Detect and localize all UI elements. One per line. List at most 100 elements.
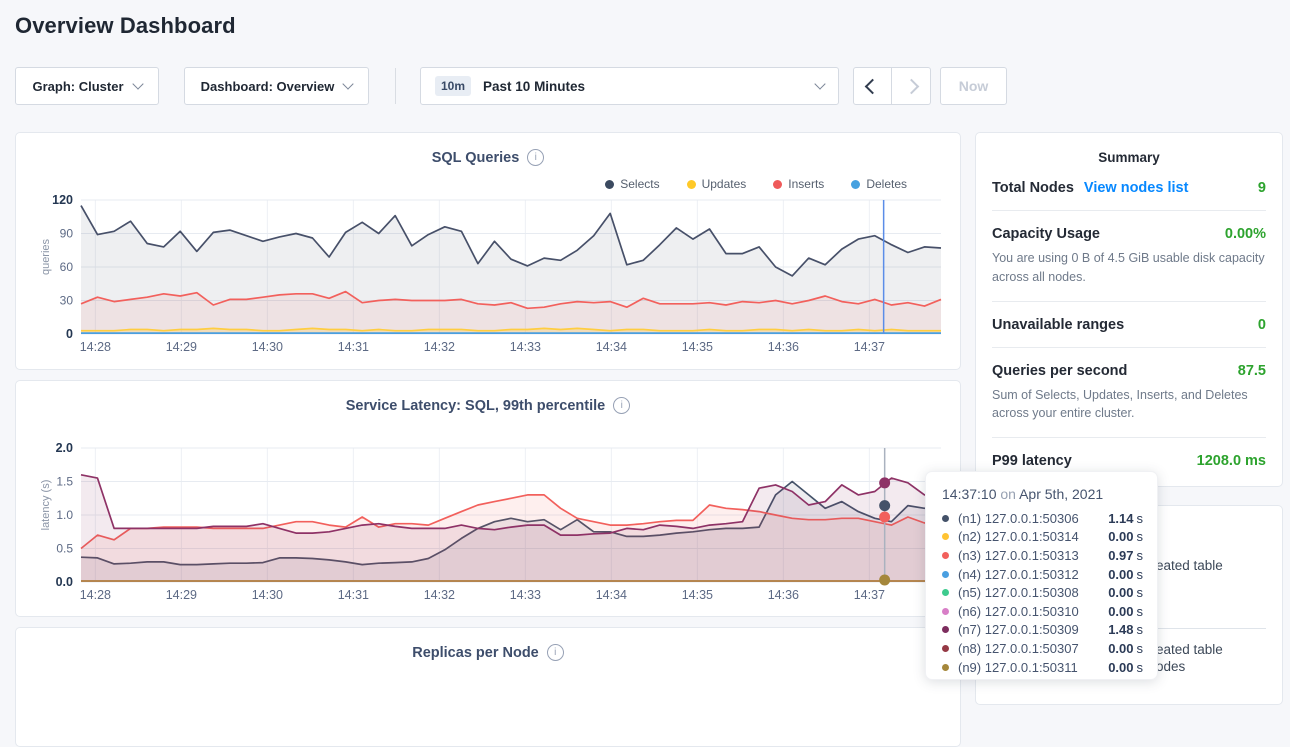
legend-dot-icon [851, 180, 860, 189]
page-title: Overview Dashboard [15, 13, 236, 39]
svg-text:0: 0 [66, 327, 73, 341]
node-color-dot-icon [942, 664, 949, 671]
svg-text:14:36: 14:36 [768, 340, 799, 354]
replicas-per-node-title: Replicas per Node [412, 645, 539, 661]
view-nodes-list-link[interactable]: View nodes list [1084, 180, 1189, 196]
chevron-left-icon [865, 78, 881, 94]
tooltip-node-row: (n8) 127.0.0.1:503070.00s [942, 639, 1143, 658]
queries-per-second-value: 87.5 [1238, 363, 1266, 379]
svg-text:14:28: 14:28 [80, 588, 111, 602]
tooltip-node-row: (n7) 127.0.0.1:503091.48s [942, 621, 1143, 640]
overview-dashboard-page: { "page": { "title": "Overview Dashboard… [0, 0, 1290, 689]
svg-text:14:35: 14:35 [682, 588, 713, 602]
p99-latency-value: 1208.0 ms [1197, 453, 1266, 469]
time-range-picker[interactable]: 10m Past 10 Minutes [420, 67, 839, 105]
tooltip-node-row: (n5) 127.0.0.1:503080.00s [942, 583, 1143, 602]
chart-hover-tooltip: 14:37:10 on Apr 5th, 2021 (n1) 127.0.0.1… [925, 471, 1158, 680]
svg-text:14:29: 14:29 [166, 340, 197, 354]
time-range-label: Past 10 Minutes [483, 79, 804, 94]
info-icon[interactable]: i [613, 397, 630, 414]
svg-text:30: 30 [60, 294, 74, 308]
legend-dot-icon [605, 180, 614, 189]
prev-time-button[interactable] [853, 67, 892, 105]
svg-text:1.5: 1.5 [56, 475, 73, 489]
svg-text:0.0: 0.0 [56, 575, 73, 589]
tooltip-node-row: (n9) 127.0.0.1:503110.00s [942, 658, 1143, 677]
svg-text:14:33: 14:33 [510, 340, 541, 354]
svg-text:14:34: 14:34 [596, 340, 627, 354]
node-color-dot-icon [942, 589, 949, 596]
tooltip-node-list: (n1) 127.0.0.1:503061.14s(n2) 127.0.0.1:… [942, 509, 1143, 676]
svg-text:60: 60 [60, 260, 74, 274]
node-color-dot-icon [942, 515, 949, 522]
total-nodes-label: Total Nodes [992, 180, 1074, 196]
node-color-dot-icon [942, 571, 949, 578]
total-nodes-row: Total Nodes View nodes list 9 [976, 165, 1282, 210]
graph-dropdown-label: Graph: Cluster [32, 79, 123, 94]
service-latency-chart[interactable]: 14:2814:2914:3014:3114:3214:3314:3414:35… [16, 437, 960, 609]
graph-dropdown[interactable]: Graph: Cluster [15, 67, 159, 105]
service-latency-panel: Service Latency: SQL, 99th percentile i … [15, 380, 961, 617]
tooltip-node-row: (n3) 127.0.0.1:503130.97s [942, 546, 1143, 565]
p99-latency-label: P99 latency [992, 453, 1072, 469]
node-color-dot-icon [942, 608, 949, 615]
svg-text:14:28: 14:28 [80, 340, 111, 354]
dashboard-dropdown[interactable]: Dashboard: Overview [184, 67, 369, 105]
node-color-dot-icon [942, 626, 949, 633]
queries-per-second-description: Sum of Selects, Updates, Inserts, and De… [992, 386, 1266, 424]
node-color-dot-icon [942, 645, 949, 652]
tooltip-node-row: (n4) 127.0.0.1:503120.00s [942, 565, 1143, 584]
svg-text:90: 90 [60, 227, 74, 241]
chevron-down-icon [814, 78, 825, 89]
svg-text:14:32: 14:32 [424, 588, 455, 602]
unavailable-ranges-row: Unavailable ranges 0 [976, 302, 1282, 347]
event-item-fragment[interactable]: eated table [1156, 642, 1223, 657]
toolbar-divider [395, 68, 396, 104]
unavailable-ranges-value: 0 [1258, 317, 1266, 333]
unavailable-ranges-label: Unavailable ranges [992, 317, 1124, 333]
summary-title: Summary [976, 133, 1282, 165]
now-button[interactable]: Now [940, 67, 1007, 105]
node-color-dot-icon [942, 533, 949, 540]
svg-text:14:37: 14:37 [854, 588, 885, 602]
dashboard-dropdown-label: Dashboard: Overview [201, 79, 335, 94]
info-icon[interactable]: i [547, 644, 564, 661]
event-item-fragment[interactable]: eated table [1156, 558, 1223, 573]
capacity-usage-row: Capacity Usage 0.00% You are using 0 B o… [976, 211, 1282, 301]
capacity-usage-label: Capacity Usage [992, 226, 1100, 242]
svg-text:14:35: 14:35 [682, 340, 713, 354]
capacity-usage-description: You are using 0 B of 4.5 GiB usable disk… [992, 249, 1266, 287]
time-nav-buttons [853, 67, 931, 105]
next-time-button[interactable] [892, 67, 931, 105]
sql-queries-title: SQL Queries [432, 150, 520, 166]
svg-text:14:29: 14:29 [166, 588, 197, 602]
tooltip-node-row: (n2) 127.0.0.1:503140.00s [942, 528, 1143, 547]
queries-per-second-row: Queries per second 87.5 Sum of Selects, … [976, 348, 1282, 438]
event-item-fragment[interactable]: odes [1156, 659, 1185, 674]
legend-dot-icon [773, 180, 782, 189]
svg-text:14:36: 14:36 [768, 588, 799, 602]
chevron-right-icon [903, 78, 919, 94]
svg-text:14:37: 14:37 [854, 340, 885, 354]
svg-text:120: 120 [52, 193, 73, 207]
svg-text:0.5: 0.5 [56, 542, 73, 556]
svg-text:14:31: 14:31 [338, 588, 369, 602]
tooltip-node-row: (n1) 127.0.0.1:503061.14s [942, 509, 1143, 528]
svg-text:14:33: 14:33 [510, 588, 541, 602]
total-nodes-value: 9 [1258, 180, 1266, 196]
svg-text:1.0: 1.0 [56, 508, 73, 522]
svg-text:14:31: 14:31 [338, 340, 369, 354]
info-icon[interactable]: i [527, 149, 544, 166]
tooltip-timestamp: 14:37:10 on Apr 5th, 2021 [942, 486, 1143, 502]
chevron-down-icon [343, 78, 354, 89]
svg-text:14:30: 14:30 [252, 340, 283, 354]
sql-queries-chart[interactable]: 14:2814:2914:3014:3114:3214:3314:3414:35… [16, 189, 960, 361]
summary-panel: Summary Total Nodes View nodes list 9 Ca… [975, 132, 1283, 487]
capacity-usage-value: 0.00% [1225, 226, 1266, 242]
time-range-badge: 10m [435, 76, 471, 96]
chevron-down-icon [132, 78, 143, 89]
service-latency-title: Service Latency: SQL, 99th percentile [346, 398, 606, 414]
tooltip-node-row: (n6) 127.0.0.1:503100.00s [942, 602, 1143, 621]
replicas-per-node-panel: Replicas per Node i [15, 627, 961, 747]
svg-text:2.0: 2.0 [56, 441, 73, 455]
